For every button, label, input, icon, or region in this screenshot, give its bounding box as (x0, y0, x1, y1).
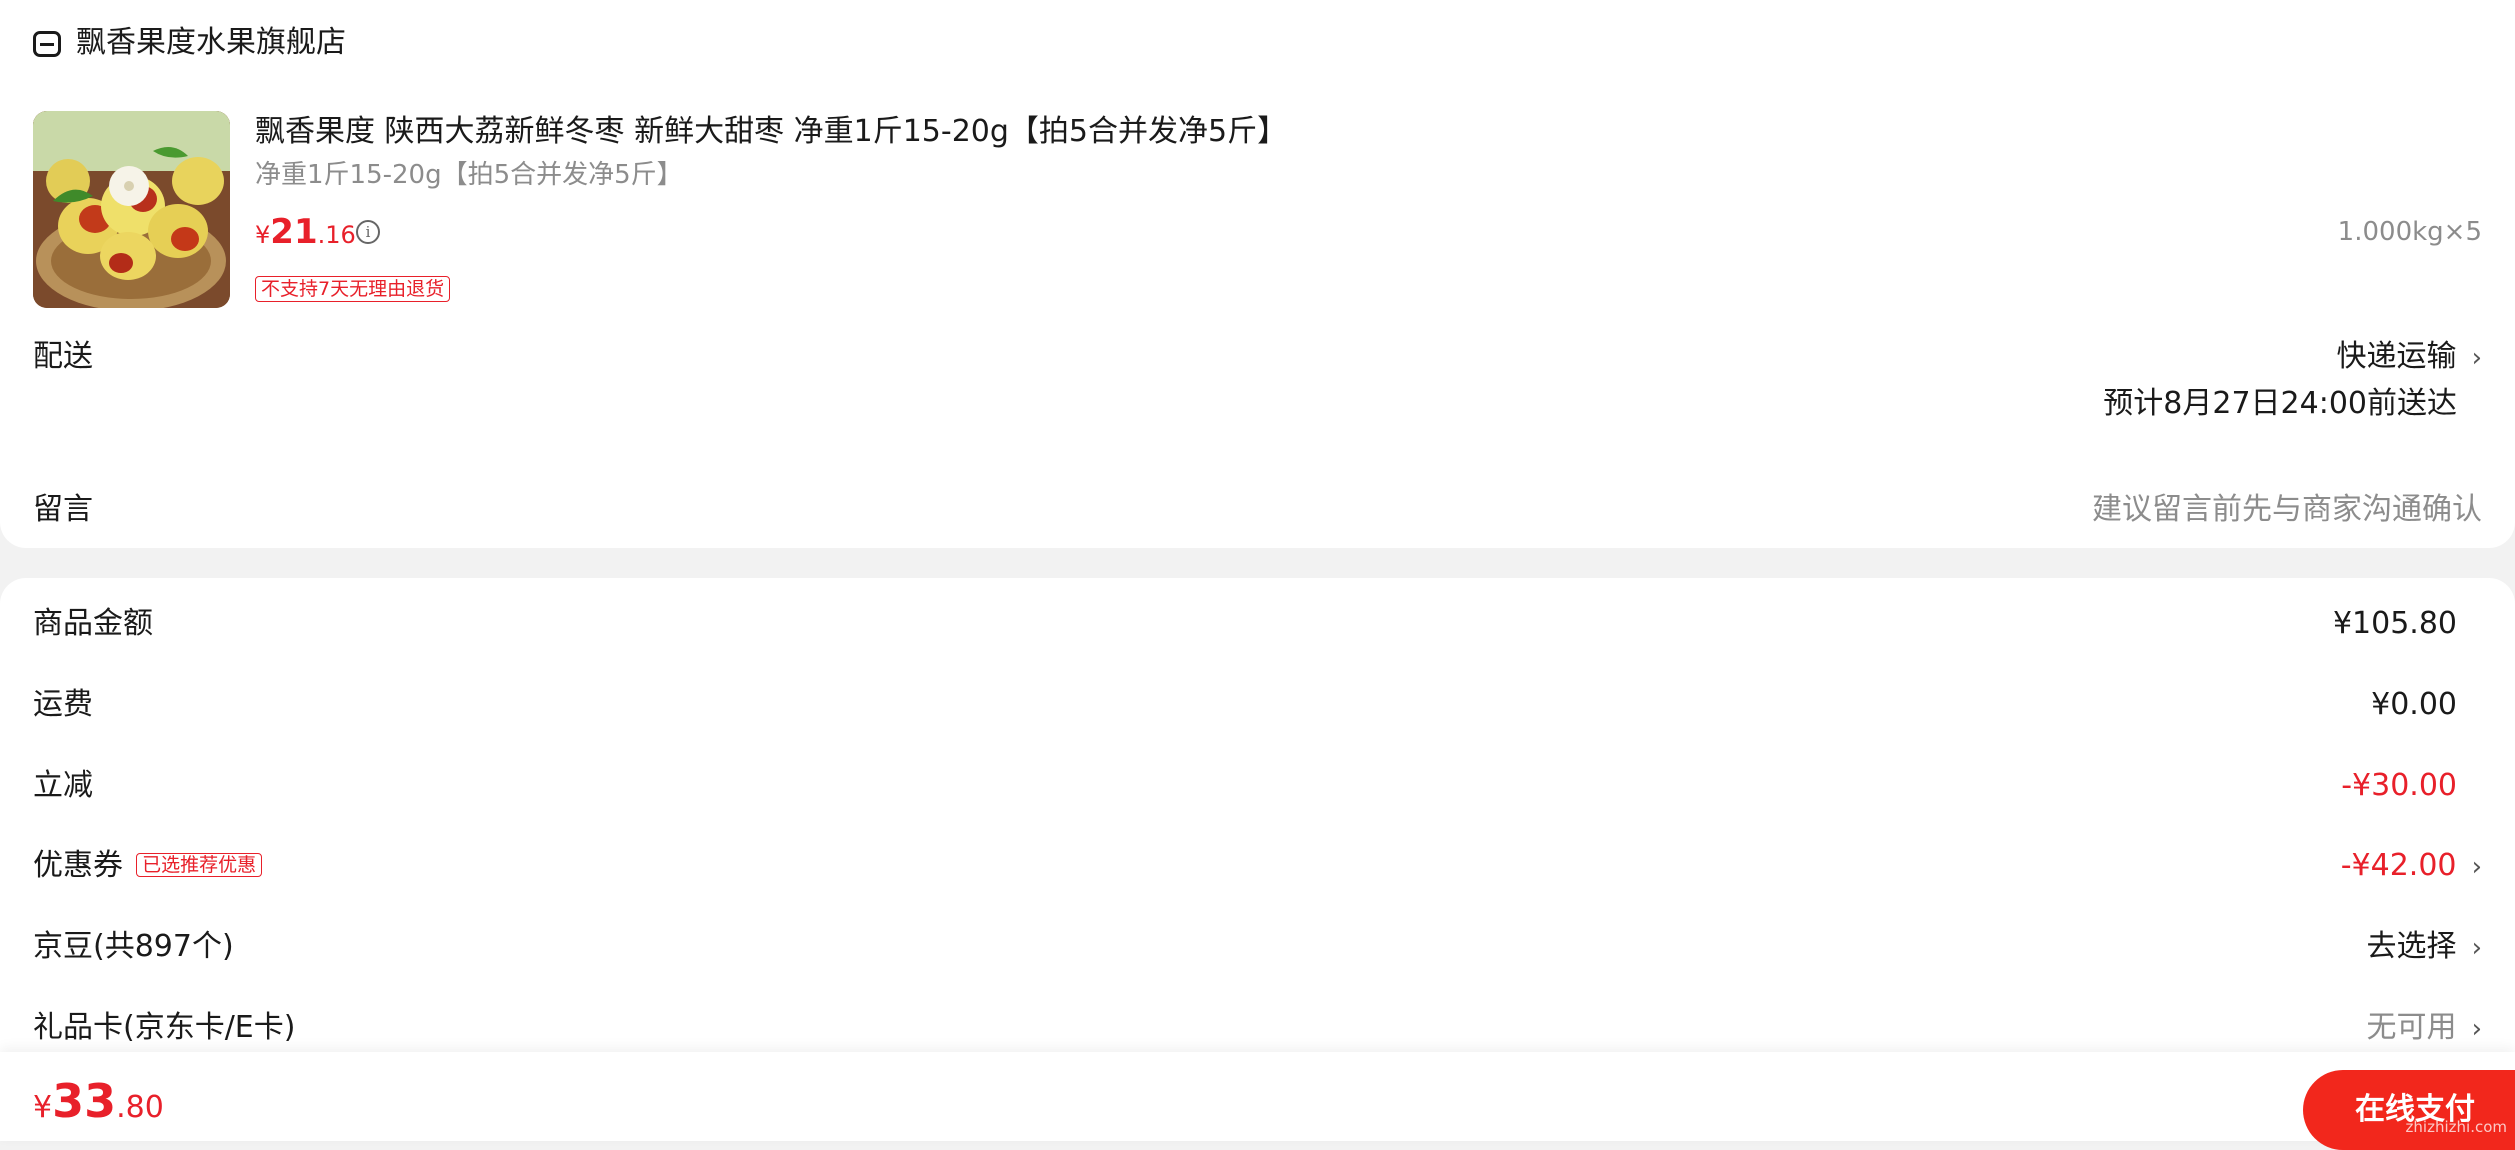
shop-name: 飘香果度水果旗舰店 (76, 25, 346, 60)
jd-beans-select[interactable]: 去选择 › (2367, 927, 2483, 967)
delivery-label: 配送 (33, 339, 93, 374)
product-title[interactable]: 飘香果度 陕西大荔新鲜冬枣 新鲜大甜枣 净重1斤15-20g【拍5合并发净5斤】 (255, 112, 1287, 152)
note-input[interactable]: 建议留言前先与商家沟通确认 (2092, 490, 2482, 530)
coupon-select[interactable]: -¥42.00 › (2341, 846, 2482, 886)
product-thumbnail[interactable] (33, 111, 230, 308)
info-icon[interactable]: i (356, 220, 380, 244)
price-integer: 21 (270, 212, 318, 252)
jd-beans-value: 去选择 (2366, 929, 2457, 964)
goods-amount-value: ¥105.80 (2332, 606, 2457, 641)
chevron-right-icon: › (2471, 852, 2482, 882)
gift-card-label: 礼品卡(京东卡/E卡) (33, 1010, 296, 1045)
price-summary-card: 商品金额 ¥105.80 运费 ¥0.00 立减 -¥30.00 优惠券 已选推… (0, 578, 2515, 1098)
product-price: ¥21.16 (255, 212, 356, 252)
product-spec: 净重1斤15-20g【拍5合并发净5斤】 (255, 160, 683, 190)
goods-amount-label: 商品金额 (33, 606, 153, 641)
gift-card-value: 无可用 (2366, 1010, 2457, 1045)
delivery-method: 快递运输 (2336, 339, 2457, 374)
pay-online-button[interactable]: 在线支付 (2303, 1070, 2515, 1150)
chevron-right-icon: › (2471, 933, 2482, 963)
price-decimal: .16 (317, 221, 356, 249)
delivery-method-row[interactable]: 快递运输 › (2337, 337, 2483, 377)
chevron-right-icon: › (2471, 1014, 2482, 1044)
price-symbol: ¥ (255, 221, 271, 249)
watermark: zhizhizhi.com (2405, 1118, 2507, 1136)
gift-card-select[interactable]: 无可用 › (2367, 1008, 2483, 1048)
checkout-bar: ¥33.80 在线支付 zhizhizhi.com (0, 1052, 2515, 1150)
coupon-value: -¥42.00 (2340, 848, 2457, 883)
coupon-label: 优惠券 (33, 848, 123, 883)
total-decimal: .80 (116, 1090, 164, 1125)
note-label: 留言 (33, 492, 93, 527)
delivery-eta: 预计8月27日24:00前送达 (2103, 386, 2457, 421)
order-shop-card: 飘香果度水果旗舰店 飘香果度 陕西大荔新鲜冬枣 新鲜大甜枣 净重1斤15-20g… (0, 0, 2515, 548)
product-quantity: 1.000kg×5 (2337, 217, 2482, 247)
total-price: ¥33.80 (33, 1076, 164, 1126)
coupon-row-label: 优惠券 已选推荐优惠 (33, 846, 263, 886)
no-return-tag: 不支持7天无理由退货 (255, 276, 451, 302)
jd-beans-label: 京豆(共897个) (33, 929, 234, 964)
store-icon (33, 31, 61, 57)
product-image (33, 111, 230, 308)
total-symbol: ¥ (33, 1090, 53, 1125)
total-integer: 33 (52, 1074, 117, 1128)
discount-label: 立减 (33, 768, 93, 803)
chevron-right-icon: › (2471, 343, 2482, 373)
shipping-value: ¥0.00 (2371, 687, 2457, 722)
coupon-tag: 已选推荐优惠 (136, 853, 263, 877)
discount-value: -¥30.00 (2341, 768, 2457, 803)
shipping-label: 运费 (33, 687, 93, 722)
